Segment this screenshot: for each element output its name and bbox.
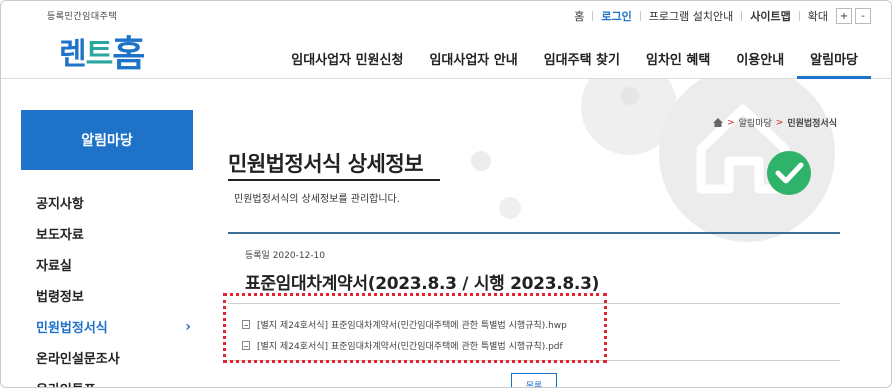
utility-menu: 홈 로그인 프로그램 설치안내 사이트맵 확대 + - — [574, 7, 871, 25]
breadcrumb: > 알림마당 > 민원법정서식 — [713, 116, 837, 129]
sidebar-title: 알림마당 — [21, 110, 193, 170]
logo-char-2: 트 — [85, 37, 114, 72]
logo-text: 렌트홈 — [59, 23, 145, 75]
page-description: 민원법정서식의 상세정보를 관리합니다. — [234, 194, 400, 205]
document-title: 표준임대차계약서(2023.8.3 / 시행 2023.8.3) — [245, 274, 600, 294]
sidebar-menu: 공지사항 보도자료 자료실 법령정보 민원법정서식 › 온라인설문조사 온라인투표 — [21, 187, 193, 387]
nav-item-find-housing[interactable]: 임대주택 찾기 — [531, 51, 633, 79]
logo-char-1: 렌 — [59, 37, 87, 72]
decor-circle — [621, 87, 639, 105]
divider — [798, 11, 800, 21]
page-title: 민원법정서식 상세정보 — [228, 152, 424, 176]
sidebar-item-label: 온라인투표 — [36, 379, 96, 387]
sidebar-item-label: 공지사항 — [36, 197, 84, 212]
sidebar-item-label: 보도자료 — [36, 228, 84, 243]
sidebar-item-library[interactable]: 자료실 — [21, 249, 193, 280]
sidebar-item-label: 민원법정서식 — [36, 321, 108, 336]
nav-item-guide[interactable]: 임대사업자 안내 — [416, 51, 530, 79]
divider — [741, 11, 743, 21]
util-sitemap-link[interactable]: 사이트맵 — [750, 8, 790, 24]
logo-char-3: 홈 — [112, 34, 145, 75]
sidebar-item-forms[interactable]: 민원법정서식 › — [21, 311, 193, 342]
breadcrumb-parent[interactable]: 알림마당 — [739, 116, 772, 129]
sidebar-item-law[interactable]: 법령정보 — [21, 280, 193, 311]
sidebar-item-label: 자료실 — [36, 259, 72, 274]
title-underline — [228, 179, 440, 181]
zoom-label: 확대 — [807, 10, 828, 23]
zoom-out-button[interactable]: - — [855, 8, 871, 24]
sidebar-item-notice[interactable]: 공지사항 — [21, 187, 193, 218]
logo-subtitle: 등록민간임대주택 — [47, 12, 118, 22]
page-frame: 등록민간임대주택 렌트홈 홈 로그인 프로그램 설치안내 사이트맵 확대 + -… — [0, 0, 892, 388]
breadcrumb-current: 민원법정서식 — [787, 119, 837, 129]
util-home-link[interactable]: 홈 — [574, 8, 584, 24]
breadcrumb-separator: > — [727, 117, 735, 128]
breadcrumb-separator: > — [775, 117, 784, 128]
divider — [592, 11, 594, 21]
home-icon[interactable] — [713, 118, 724, 127]
divider — [639, 11, 641, 21]
sidebar-item-label: 법령정보 — [36, 290, 84, 305]
logo[interactable]: 등록민간임대주택 렌트홈 — [47, 9, 167, 75]
main-nav: 임대사업자 민원신청 임대사업자 안내 임대주택 찾기 임차인 혜택 이용안내 … — [278, 51, 871, 79]
registration-date: 등록일 2020-12-10 — [245, 251, 326, 261]
decor-circle — [471, 151, 491, 171]
house-check-illustration — [696, 104, 811, 195]
zoom-in-button[interactable]: + — [836, 8, 852, 24]
nav-item-usage-guide[interactable]: 이용안내 — [723, 51, 797, 79]
chevron-right-icon: › — [185, 318, 191, 335]
util-program-link[interactable]: 프로그램 설치안내 — [649, 8, 733, 24]
decor-circle — [499, 197, 521, 219]
nav-item-notice[interactable]: 알림마당 — [797, 51, 871, 79]
highlight-box — [223, 293, 607, 363]
nav-item-tenant-benefit[interactable]: 임차인 혜택 — [633, 51, 723, 79]
site-header: 등록민간임대주택 렌트홈 홈 로그인 프로그램 설치안내 사이트맵 확대 + -… — [1, 1, 891, 79]
sidebar-item-vote[interactable]: 온라인투표 — [21, 373, 193, 387]
nav-item-minwon[interactable]: 임대사업자 민원신청 — [278, 51, 416, 79]
sidebar-item-label: 온라인설문조사 — [36, 352, 120, 367]
list-button[interactable]: 목록 — [511, 373, 557, 387]
sidebar-item-press[interactable]: 보도자료 — [21, 218, 193, 249]
sidebar-item-survey[interactable]: 온라인설문조사 — [21, 342, 193, 373]
check-badge — [767, 151, 811, 195]
util-login-link[interactable]: 로그인 — [601, 8, 631, 24]
